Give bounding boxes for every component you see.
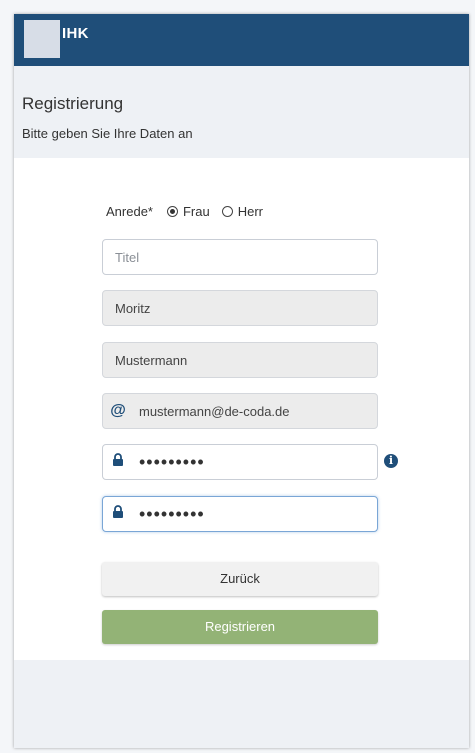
lock-icon-svg-2 [113, 504, 123, 518]
info-icon[interactable]: i [384, 454, 398, 468]
password-confirm-input[interactable]: ••••••••• [102, 496, 378, 532]
last-name-input[interactable]: Mustermann [102, 342, 378, 378]
email-input[interactable]: @ mustermann@de-coda.de [102, 393, 378, 429]
back-button[interactable]: Zurück [102, 562, 378, 596]
page-footer [14, 660, 469, 748]
title-placeholder: Titel [115, 249, 140, 265]
radio-herr-label[interactable]: Herr [238, 204, 263, 219]
logo-tile [24, 20, 60, 58]
registration-form: Anrede* Frau Herr Titel Moritz Musterman… [14, 158, 469, 660]
page-subtitle: Bitte geben Sie Ihre Daten an [22, 126, 193, 141]
app-window: IHK Registrierung Bitte geben Sie Ihre D… [14, 14, 469, 748]
radio-frau-label[interactable]: Frau [183, 204, 210, 219]
anrede-label: Anrede* [106, 204, 153, 219]
lock-icon-svg [113, 452, 123, 466]
register-button[interactable]: Registrieren [102, 610, 378, 644]
logo-text: IHK [60, 20, 96, 58]
password-value: ••••••••• [139, 451, 205, 472]
top-bar: IHK [14, 14, 469, 66]
radio-frau-circle[interactable] [166, 206, 178, 217]
ihk-logo: IHK [24, 20, 96, 58]
page-header: Registrierung Bitte geben Sie Ihre Daten… [14, 66, 469, 158]
radio-herr-circle[interactable] [221, 206, 233, 217]
first-name-input[interactable]: Moritz [102, 290, 378, 326]
at-icon: @ [110, 402, 126, 419]
lock-icon [103, 504, 133, 524]
radio-herr[interactable]: Herr [221, 204, 263, 219]
lock-icon [103, 452, 133, 472]
anrede-group: Anrede* Frau Herr [106, 204, 275, 219]
last-name-value: Mustermann [115, 352, 188, 368]
title-input[interactable]: Titel [102, 239, 378, 275]
first-name-value: Moritz [115, 300, 151, 316]
email-value: mustermann@de-coda.de [139, 403, 290, 419]
password-input[interactable]: ••••••••• [102, 444, 378, 480]
password-confirm-value: ••••••••• [139, 503, 205, 524]
radio-frau[interactable]: Frau [166, 204, 210, 219]
page-title: Registrierung [22, 94, 124, 113]
